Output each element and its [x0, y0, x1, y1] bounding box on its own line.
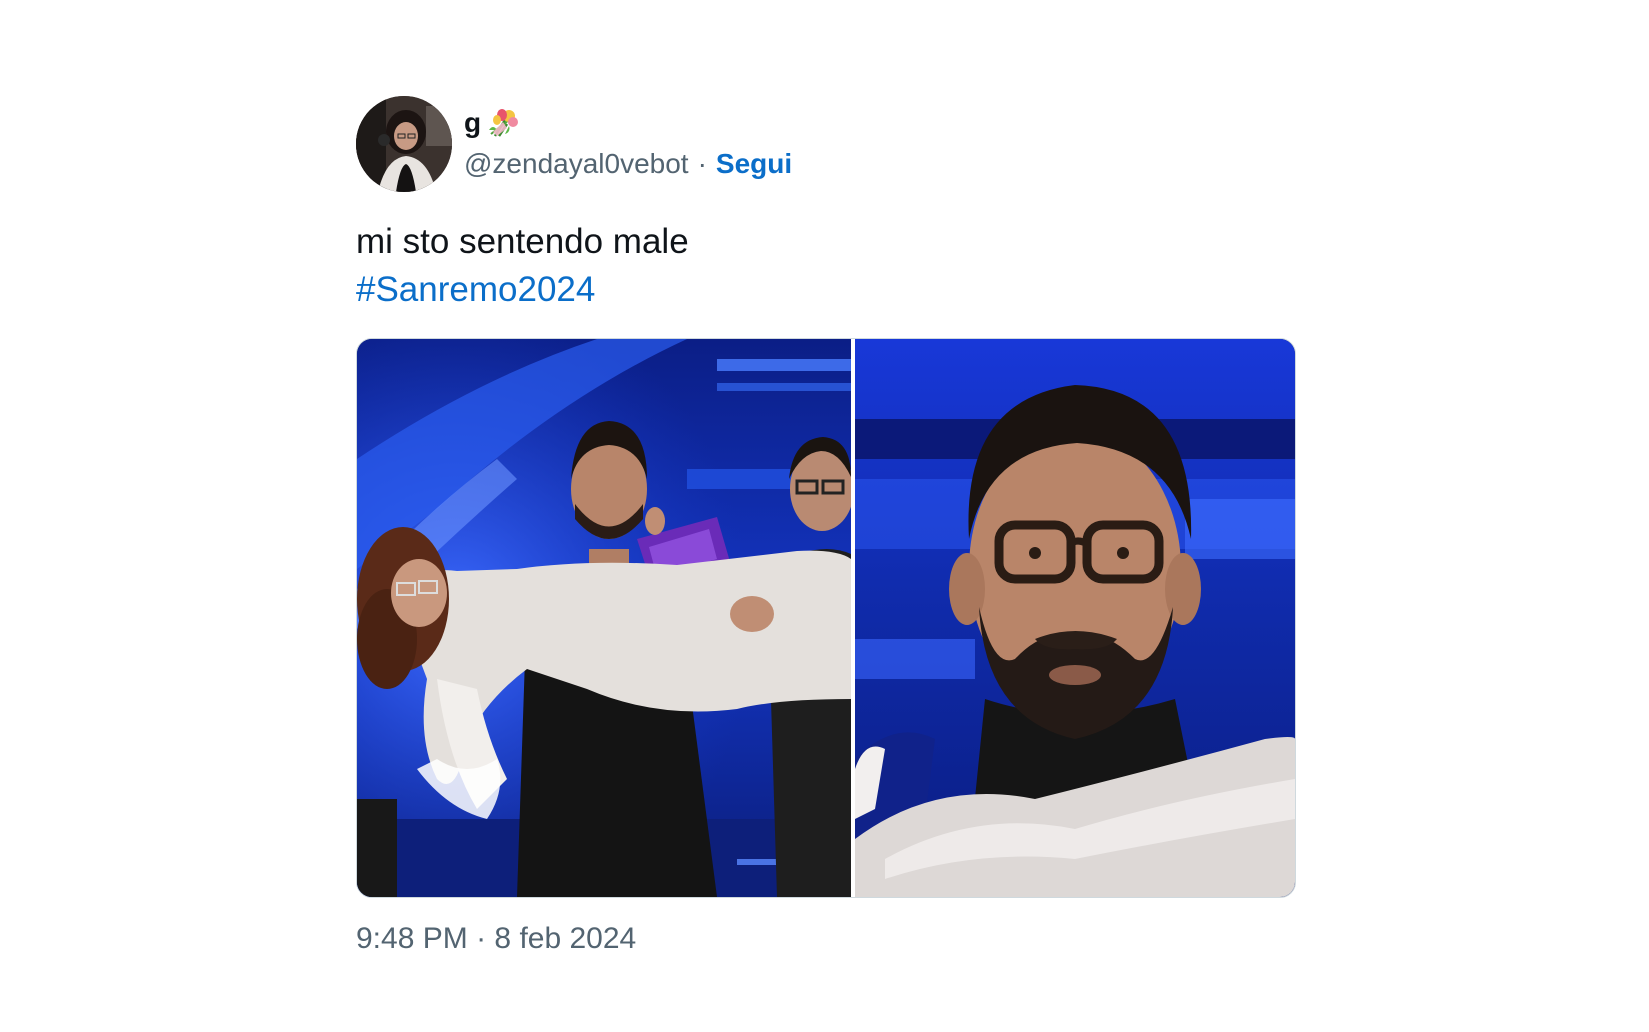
separator-dot: ·	[697, 148, 707, 179]
tweet-text: mi sto sentendo male #Sanremo2024	[356, 218, 1296, 314]
follow-button[interactable]: Segui	[716, 148, 792, 180]
tweet-timestamp[interactable]: 9:48 PM · 8 feb 2024	[356, 922, 1296, 956]
hashtag-link[interactable]: #Sanremo2024	[356, 266, 1296, 314]
photo-stage-lift[interactable]	[357, 339, 854, 897]
tweet-date: 8 feb 2024	[494, 922, 637, 955]
media-grid	[356, 338, 1296, 898]
avatar[interactable]	[356, 96, 452, 192]
author-name[interactable]: g	[464, 107, 481, 139]
tweet-text-line: mi sto sentendo male	[356, 222, 689, 261]
tweet-card: g @zendayal0vebot · Segui mi sto sentend…	[356, 96, 1296, 956]
author-handle[interactable]: @zendayal0vebot	[464, 148, 689, 180]
man-glasses-closeup-image	[855, 339, 1295, 897]
photo-man-glasses-closeup[interactable]	[855, 339, 1295, 897]
handle-row: @zendayal0vebot · Segui	[464, 146, 792, 182]
flower-bouquet-icon	[489, 109, 519, 137]
timestamp-separator: ·	[476, 922, 487, 955]
tweet-time: 9:48 PM	[356, 922, 468, 955]
avatar-image	[356, 96, 452, 192]
author-name-row[interactable]: g	[464, 104, 519, 142]
tweet-header: g @zendayal0vebot · Segui	[356, 96, 1296, 192]
stage-lift-image	[357, 339, 854, 897]
